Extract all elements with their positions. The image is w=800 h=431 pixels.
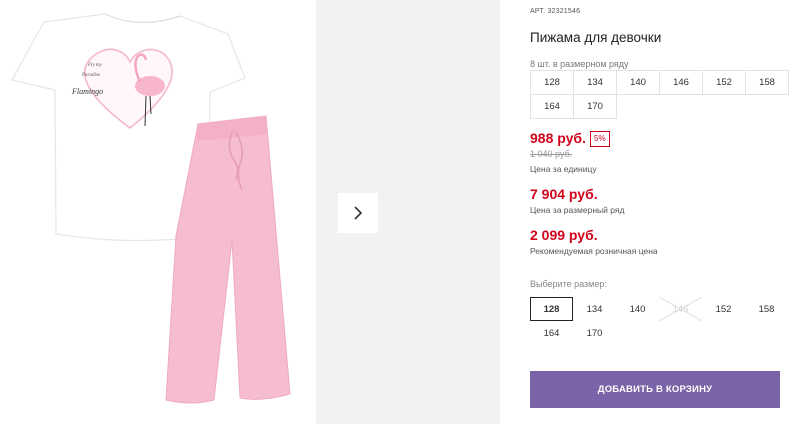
size-option-164[interactable]: 164 [530, 321, 573, 345]
size-row-cell: 164 [530, 94, 574, 119]
old-price: 1 040 руб. [530, 149, 573, 159]
size-row-price-note: Цена за размерный ряд [530, 205, 625, 215]
gallery-next-button[interactable] [338, 193, 378, 233]
retail-price: 2 099 руб. [530, 227, 598, 243]
size-row-cell: 140 [616, 70, 660, 95]
size-option-146-unavailable: 146 [659, 297, 702, 321]
product-main-image: Fly my Paradise Flamingo [0, 0, 300, 431]
pajama-illustration: Fly my Paradise Flamingo [11, 13, 291, 404]
size-row-price: 7 904 руб. [530, 186, 598, 202]
size-row-note: 8 шт. в размерном ряду [530, 59, 629, 69]
size-option-140[interactable]: 140 [616, 297, 659, 321]
article-label: АРТ. [530, 8, 546, 15]
add-to-cart-button[interactable]: ДОБАВИТЬ В КОРЗИНУ [530, 371, 780, 408]
unit-price: 988 руб. [530, 130, 586, 146]
unavailable-cross-icon [659, 297, 702, 321]
size-option-158[interactable]: 158 [745, 297, 788, 321]
size-row-cell: 170 [573, 94, 617, 119]
size-option-128[interactable]: 128 [530, 297, 573, 321]
size-row-cell: 134 [573, 70, 617, 95]
article-number: АРТ. 32321546 [530, 8, 580, 15]
size-row-grid: 128 134 140 146 152 158 164 170 [530, 70, 789, 119]
retail-price-note: Рекомендуемая розничная цена [530, 246, 658, 256]
size-row-cell: 152 [702, 70, 746, 95]
choose-size-label: Выберите размер: [530, 279, 607, 289]
size-option-170[interactable]: 170 [573, 321, 616, 345]
product-info: АРТ. 32321546 Пижама для девочки 8 шт. в… [530, 0, 792, 431]
svg-text:Fly my: Fly my [87, 63, 103, 68]
size-option-134[interactable]: 134 [573, 297, 616, 321]
article-value: 32321546 [547, 8, 581, 15]
product-title: Пижама для девочки [530, 30, 662, 45]
size-row-cell: 146 [659, 70, 703, 95]
discount-badge: 5% [590, 131, 610, 147]
size-selector: 128 134 140 146 152 158 164 170 [530, 297, 788, 345]
size-option-152[interactable]: 152 [702, 297, 745, 321]
svg-text:Flamingo: Flamingo [71, 87, 103, 96]
unit-price-note: Цена за единицу [530, 164, 597, 174]
size-row-cell: 128 [530, 70, 574, 95]
svg-text:Paradise: Paradise [81, 73, 101, 78]
size-row-cell: 158 [745, 70, 789, 95]
chevron-right-icon [354, 206, 363, 220]
